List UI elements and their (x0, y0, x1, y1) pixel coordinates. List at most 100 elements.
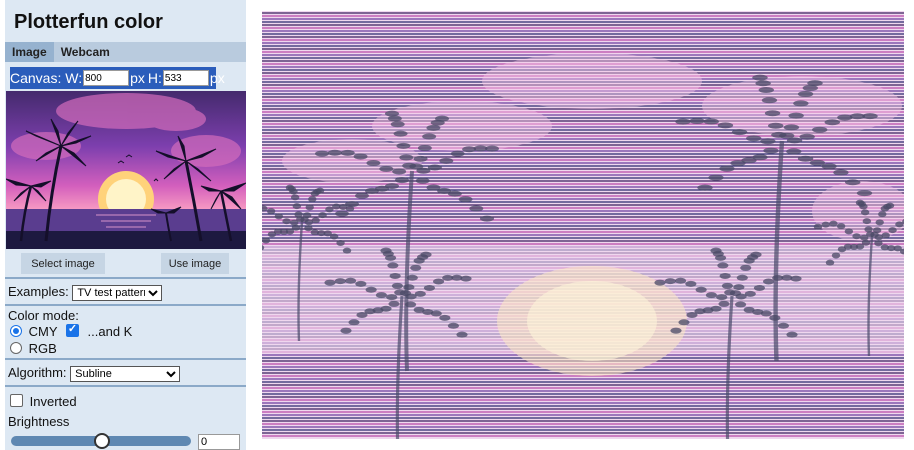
plot-palm-frond (862, 113, 878, 120)
plot-palm-frond (413, 155, 428, 162)
rgb-label: RGB (28, 341, 57, 356)
plot-palm-frond (415, 177, 430, 184)
plot-palm-frond (718, 300, 730, 307)
canvas-width-input[interactable] (83, 70, 130, 86)
plot-palm-frond (821, 163, 837, 170)
canvas-height-unit: px (209, 70, 225, 86)
plot-palm-frond (862, 218, 872, 225)
plot-palm-frond (423, 284, 436, 291)
examples-select[interactable]: TV test pattern (72, 285, 163, 301)
use-image-button[interactable]: Use image (161, 253, 229, 274)
plot-palm-frond (829, 220, 838, 227)
plot-palm-frond (760, 138, 776, 145)
plot-palm-frond (318, 212, 327, 219)
plot-cloud (482, 53, 702, 109)
plot-palm-frond (435, 115, 449, 122)
plot-palm-frond (267, 231, 277, 238)
plot-palm-frond (664, 278, 676, 285)
plot-output (262, 11, 904, 439)
canvas-size-row: Canvas: W: px H: px (10, 67, 225, 89)
tab-image[interactable]: Image (5, 42, 54, 62)
image-preview (6, 91, 246, 249)
plot-palm-frond (710, 247, 722, 254)
plot-palm-frond (856, 190, 873, 197)
app-title: Plotterfun color (14, 11, 163, 33)
plot-palm-frond (719, 165, 735, 172)
plot-palm-frond (355, 280, 367, 287)
plot-palm-frond (797, 155, 814, 162)
plot-palm-frond (786, 148, 802, 155)
plot-palm-frond (414, 290, 426, 297)
plot-palm-frond (790, 275, 802, 282)
plot-palm-frond (837, 246, 847, 253)
tab-webcam[interactable]: Webcam (54, 42, 117, 62)
plot-palm-frond (874, 240, 883, 247)
plot-palm-frond (345, 205, 355, 212)
plot-palm-frond (469, 205, 484, 212)
plot-palm-frond (292, 203, 302, 210)
plot-palm-frond (888, 227, 897, 234)
plot-palm-frond (329, 233, 339, 240)
plot-palm-frond (366, 159, 381, 166)
select-image-button[interactable]: Select image (21, 253, 105, 274)
brightness-input[interactable] (198, 434, 240, 450)
plot-palm-frond (833, 169, 849, 176)
inverted-row: Inverted (10, 394, 77, 409)
plot-palm-frond (670, 327, 682, 334)
plot-palm-frond (386, 294, 398, 301)
plot-palm-frond (302, 212, 312, 219)
canvas-width-unit: px (130, 70, 145, 86)
algorithm-row: Algorithm: Subline (8, 365, 181, 382)
plot-palm-frond (450, 150, 465, 157)
brightness-slider[interactable] (11, 433, 191, 449)
brightness-slider-thumb[interactable] (94, 433, 110, 449)
plot-palm-frond (764, 110, 781, 117)
plot-palm-frond (812, 126, 828, 133)
plot-palm-frond (734, 301, 747, 308)
plot-palm-frond (439, 157, 454, 164)
plot-palm-frond (733, 284, 745, 291)
plot-palm-frond (392, 168, 407, 175)
brightness-label: Brightness (8, 414, 70, 429)
plot-palm-frond (697, 184, 713, 191)
plot-palm-frond (375, 292, 388, 299)
plot-palm-frond (327, 149, 342, 156)
plot-sun-core (527, 281, 657, 361)
algorithm-select[interactable]: Subline (70, 366, 181, 382)
plot-palm-frond (294, 211, 303, 218)
plot-palm-frond (768, 122, 784, 129)
divider (5, 304, 246, 306)
plot-palm-frond (674, 277, 687, 284)
plot-palm-frond (864, 226, 873, 233)
plot-palm-frond (285, 184, 295, 191)
plot-palm-frond (430, 310, 442, 317)
plot-palm-frond (750, 251, 762, 258)
and-k-checkbox[interactable] (65, 322, 79, 337)
plot-palm-frond (844, 228, 854, 235)
plot-palm-frond (355, 192, 369, 199)
plot-palm-frond (716, 294, 728, 301)
sunset-palm-trees-image (6, 93, 246, 249)
plot-palm-frond (353, 153, 368, 160)
plot-palm-frond (262, 237, 271, 244)
plot-palm-frond (348, 319, 360, 326)
plot-palm-frond (703, 118, 719, 125)
plot-palm-frond (282, 218, 291, 225)
rgb-radio[interactable] (10, 342, 22, 354)
cmy-radio[interactable] (10, 325, 22, 337)
plot-palm-frond (758, 87, 774, 94)
inverted-checkbox[interactable] (10, 394, 23, 407)
cmy-label: CMY (28, 324, 58, 339)
plot-palm-frond (695, 286, 707, 293)
plot-palm-frond (761, 97, 778, 104)
plot-palm-frond (786, 331, 798, 338)
plot-palm-frond (813, 223, 823, 230)
plot-palm-frond (460, 275, 472, 282)
plot-palm-frond (266, 208, 276, 215)
plot-palm-frond (845, 179, 861, 186)
plot-palm-frond (305, 204, 314, 211)
plot-palm-frond (399, 154, 414, 161)
canvas-height-input[interactable] (162, 70, 209, 86)
plot-palm-frond (403, 284, 415, 291)
plot-palm-frond (762, 278, 775, 285)
